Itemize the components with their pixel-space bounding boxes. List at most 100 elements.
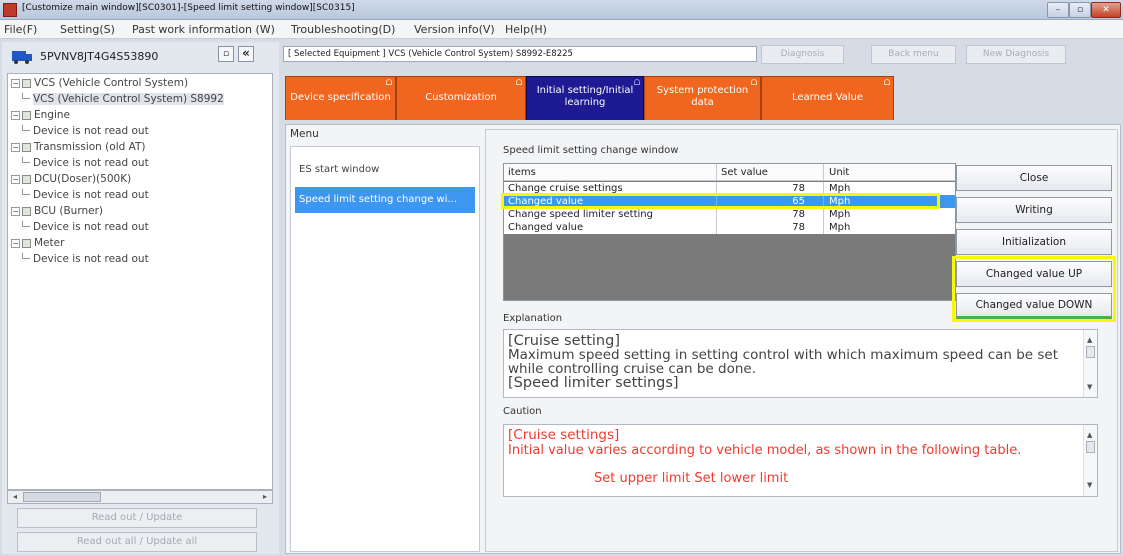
tab-initial-setting[interactable]: Initial setting/Initial learning bbox=[526, 76, 644, 120]
speed-limit-window: Speed limit setting change window items … bbox=[485, 129, 1118, 552]
caution-label: Caution bbox=[503, 406, 542, 417]
ecu-node-icon bbox=[22, 142, 31, 152]
minimize-button[interactable]: – bbox=[1047, 2, 1069, 18]
back-menu-button[interactable]: Back menu bbox=[871, 45, 956, 64]
caution-scrollbar[interactable]: ▲ ▼ bbox=[1083, 425, 1097, 496]
ecu-node-icon bbox=[22, 206, 31, 216]
lock-icon bbox=[516, 79, 522, 85]
caution-text[interactable]: [Cruise settings] Initial value varies a… bbox=[503, 424, 1098, 497]
scroll-down-icon[interactable]: ▼ bbox=[1087, 478, 1092, 493]
tab-content: Menu ES start window Speed limit setting… bbox=[285, 124, 1121, 554]
explanation-line: while controlling cruise can be done. bbox=[508, 361, 757, 377]
scroll-thumb[interactable] bbox=[23, 492, 101, 502]
initialization-button[interactable]: Initialization bbox=[956, 229, 1112, 255]
app-icon bbox=[3, 3, 17, 17]
menu-version-info[interactable]: Version info(V) bbox=[414, 23, 495, 36]
tree-node-meter[interactable]: − Meter bbox=[11, 237, 64, 249]
ecu-node-icon bbox=[22, 238, 31, 248]
collapse-node-icon[interactable]: − bbox=[11, 110, 20, 120]
tree-line-icon bbox=[22, 157, 30, 163]
read-out-all-button[interactable]: Read out all / Update all bbox=[17, 532, 257, 552]
maximize-button[interactable]: ▫ bbox=[1069, 2, 1091, 18]
tree-node-engine[interactable]: − Engine bbox=[11, 109, 70, 121]
explanation-label: Explanation bbox=[503, 313, 563, 324]
tree-node-engine-status[interactable]: Device is not read out bbox=[22, 125, 149, 137]
menu-troubleshooting[interactable]: Troubleshooting(D) bbox=[291, 23, 395, 36]
left-panel: 5PVNV8JT4G4S53890 ▫ « − VCS (Vehicle Cont… bbox=[2, 42, 279, 554]
equipment-tree[interactable]: − VCS (Vehicle Control System) VCS (Vehic… bbox=[7, 73, 273, 490]
window-title: [Customize main window][SC0301]-[Speed l… bbox=[22, 3, 355, 13]
column-header-set-value[interactable]: Set value bbox=[721, 164, 805, 181]
collapse-node-icon[interactable]: − bbox=[11, 174, 20, 184]
tree-node-dcu[interactable]: − DCU(Doser)(500K) bbox=[11, 173, 131, 185]
scroll-up-icon[interactable]: ▲ bbox=[1087, 333, 1092, 347]
menu-item-es-start-window[interactable]: ES start window bbox=[295, 157, 475, 183]
ecu-node-icon bbox=[22, 110, 31, 120]
tree-horizontal-scrollbar[interactable]: ◂ ▸ bbox=[7, 490, 273, 504]
collapse-node-icon[interactable]: − bbox=[11, 142, 20, 152]
writing-button[interactable]: Writing bbox=[956, 197, 1112, 223]
tree-node-bcu-status[interactable]: Device is not read out bbox=[22, 221, 149, 233]
collapse-node-icon[interactable]: − bbox=[11, 78, 20, 88]
button-highlight-box bbox=[952, 256, 1116, 322]
tree-node-transmission-status[interactable]: Device is not read out bbox=[22, 157, 149, 169]
menu-bar: File(F) Setting(S) Past work information… bbox=[0, 20, 1123, 39]
ecu-node-icon bbox=[22, 174, 31, 184]
explanation-line: [Speed limiter settings] bbox=[508, 375, 679, 391]
tab-learned-value[interactable]: Learned Value bbox=[761, 76, 894, 120]
lock-icon bbox=[884, 79, 890, 85]
column-header-items[interactable]: items bbox=[508, 164, 536, 181]
explanation-scrollbar[interactable]: ▲ ▼ bbox=[1083, 330, 1097, 397]
panel-option-button[interactable]: ▫ bbox=[218, 46, 234, 62]
tree-node-bcu[interactable]: − BCU (Burner) bbox=[11, 205, 103, 217]
row-value: 78 bbox=[792, 209, 805, 220]
table-row[interactable]: Changed value 78 Mph bbox=[504, 221, 955, 234]
close-window-button[interactable]: ✕ bbox=[1091, 2, 1121, 18]
ecu-node-icon bbox=[22, 78, 31, 88]
menu-past-work-information[interactable]: Past work information (W) bbox=[132, 23, 275, 36]
table-header: items Set value Unit bbox=[504, 164, 955, 181]
scroll-thumb[interactable] bbox=[1086, 441, 1095, 453]
read-out-update-button[interactable]: Read out / Update bbox=[17, 508, 257, 528]
new-diagnosis-button[interactable]: New Diagnosis bbox=[966, 45, 1066, 64]
tree-node-transmission[interactable]: − Transmission (old AT) bbox=[11, 141, 146, 153]
scroll-right-icon[interactable]: ▸ bbox=[258, 491, 272, 503]
tree-node-vcs[interactable]: − VCS (Vehicle Control System) bbox=[11, 77, 188, 89]
menu-item-speed-limit-setting[interactable]: Speed limit setting change wi... bbox=[295, 187, 475, 213]
menu-help[interactable]: Help(H) bbox=[505, 23, 547, 36]
menu-file[interactable]: File(F) bbox=[4, 23, 37, 36]
row-item: Change speed limiter setting bbox=[508, 209, 653, 220]
collapse-panel-button[interactable]: « bbox=[238, 46, 254, 62]
settings-table: items Set value Unit Change cruise setti… bbox=[503, 163, 956, 301]
tree-line-icon bbox=[22, 125, 30, 131]
tab-customization[interactable]: Customization bbox=[396, 76, 526, 120]
caution-line: Initial value varies according to vehicl… bbox=[508, 443, 1022, 458]
right-panel: [ Selected Equipment ] VCS (Vehicle Cont… bbox=[283, 42, 1121, 554]
tab-system-protection-data[interactable]: System protection data bbox=[644, 76, 761, 120]
explanation-line: [Cruise setting] bbox=[508, 333, 620, 349]
tree-node-vcs-s8992[interactable]: VCS (Vehicle Control System) S8992 bbox=[22, 93, 224, 105]
row-item: Changed value bbox=[508, 222, 584, 233]
tree-line-icon bbox=[22, 253, 30, 259]
scroll-thumb[interactable] bbox=[1086, 346, 1095, 358]
diagnosis-button[interactable]: Diagnosis bbox=[761, 45, 844, 64]
explanation-line: Maximum speed setting in setting control… bbox=[508, 347, 1059, 363]
tab-device-specification[interactable]: Device specification bbox=[285, 76, 396, 120]
row-unit: Mph bbox=[829, 222, 851, 233]
collapse-node-icon[interactable]: − bbox=[11, 206, 20, 216]
tree-line-icon bbox=[22, 221, 30, 227]
tree-node-dcu-status[interactable]: Device is not read out bbox=[22, 189, 149, 201]
menu-setting[interactable]: Setting(S) bbox=[60, 23, 115, 36]
close-button[interactable]: Close bbox=[956, 165, 1112, 191]
table-row[interactable]: Change speed limiter setting 78 Mph bbox=[504, 208, 955, 221]
column-header-unit[interactable]: Unit bbox=[829, 164, 849, 181]
explanation-text[interactable]: [Cruise setting] Maximum speed setting i… bbox=[503, 329, 1098, 398]
scroll-down-icon[interactable]: ▼ bbox=[1087, 380, 1092, 394]
tree-line-icon bbox=[22, 93, 30, 99]
collapse-node-icon[interactable]: − bbox=[11, 238, 20, 248]
application-window: [Customize main window][SC0301]-[Speed l… bbox=[0, 0, 1123, 556]
row-unit: Mph bbox=[829, 209, 851, 220]
tree-node-meter-status[interactable]: Device is not read out bbox=[22, 253, 149, 265]
scroll-left-icon[interactable]: ◂ bbox=[8, 491, 22, 503]
truck-icon bbox=[12, 51, 32, 64]
